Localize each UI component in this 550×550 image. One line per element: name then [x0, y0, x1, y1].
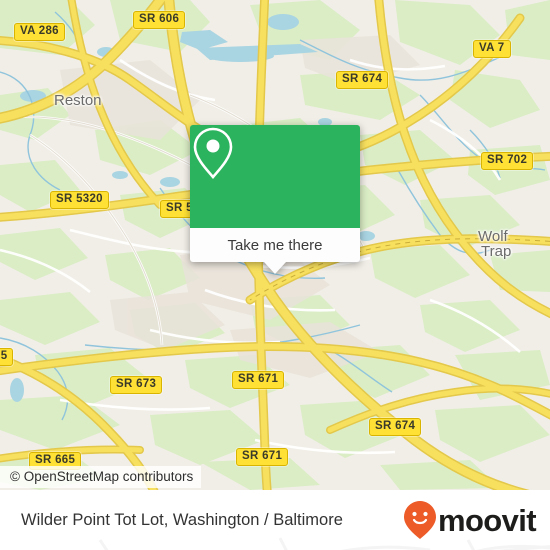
moovit-pin-smiley-icon	[403, 501, 436, 539]
road-shield: SR 702	[481, 152, 534, 170]
take-me-there-button[interactable]: Take me there	[190, 228, 360, 262]
road-shield: SR 674	[369, 418, 422, 436]
road-shield: VA 286	[14, 23, 65, 41]
footer-bar: Wilder Point Tot Lot, Washington / Balti…	[0, 490, 550, 550]
place-label-reston: Reston	[54, 92, 102, 109]
place-label-wolf-trap-line2: Trap	[481, 243, 512, 260]
road-shield: SR 606	[133, 11, 186, 29]
popup-image-area	[190, 125, 360, 228]
moovit-wordmark: moovit	[437, 502, 537, 538]
popup-tail	[264, 262, 286, 274]
road-shield: 65	[0, 348, 14, 366]
moovit-logo[interactable]: moovit	[403, 490, 537, 550]
road-shield: SR 671	[232, 371, 285, 389]
map-canvas[interactable]: VA 286 SR 606 VA 7 SR 674 SR 702 SR 5320…	[0, 0, 550, 490]
road-shield: SR 671	[236, 448, 289, 466]
road-shield: SR 5320	[50, 191, 109, 209]
take-me-there-label: Take me there	[227, 236, 323, 254]
map-attribution[interactable]: © OpenStreetMap contributors	[0, 466, 202, 488]
location-popup-card[interactable]: Take me there	[190, 125, 360, 274]
page-title: Wilder Point Tot Lot, Washington / Balti…	[21, 510, 343, 529]
road-shield: SR 674	[336, 71, 389, 89]
screenshot-root: VA 286 SR 606 VA 7 SR 674 SR 702 SR 5320…	[0, 0, 550, 550]
road-shield: SR 673	[110, 376, 163, 394]
map-pin-icon	[193, 127, 233, 180]
road-shield: VA 7	[473, 40, 511, 58]
